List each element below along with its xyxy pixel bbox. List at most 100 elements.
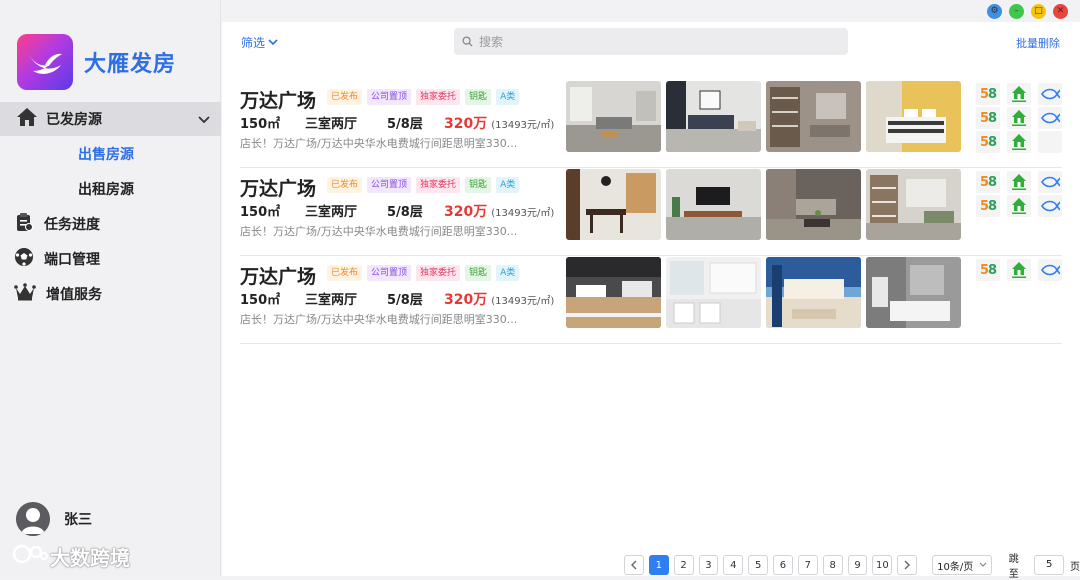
- tag-badge: A类: [496, 177, 520, 193]
- prev-page-button[interactable]: [624, 555, 644, 575]
- listing-photo[interactable]: [566, 257, 661, 328]
- listing-tags: 已发布 公司置顶 独家委托 钥匙 A类: [327, 89, 520, 105]
- listing-unit-price: (13493元/㎡): [491, 296, 555, 307]
- chevron-down-icon: [197, 111, 211, 130]
- page-size-select[interactable]: 10条/页: [932, 555, 992, 575]
- platform-58-icon[interactable]: 58: [976, 195, 1000, 217]
- page-button[interactable]: 4: [723, 555, 744, 575]
- listing-photo[interactable]: [566, 81, 661, 152]
- listing-tags: 已发布 公司置顶 独家委托 钥匙 A类: [327, 177, 520, 193]
- filter-label: 筛选: [241, 36, 266, 50]
- nav-item-ports[interactable]: 端口管理: [0, 241, 221, 276]
- platform-58-icon[interactable]: 58: [976, 131, 1000, 153]
- listing-photo[interactable]: [666, 257, 761, 328]
- nav-group-label: 已发房源: [46, 112, 102, 128]
- listing-row[interactable]: 万达广场 已发布 公司置顶 独家委托 钥匙 A类 150㎡ 三室两厅 5/8层 320万 (1349…: [240, 168, 1062, 256]
- listing-facts: 150㎡ 三室两厅 5/8层 320万 (13493元/㎡): [240, 289, 554, 309]
- listing-photo[interactable]: [766, 169, 861, 240]
- house-icon: [16, 107, 38, 131]
- platform-58-icon[interactable]: 58: [976, 83, 1000, 105]
- page-button[interactable]: 6: [773, 555, 793, 575]
- platform-row: 58: [976, 258, 1062, 282]
- close-window-button[interactable]: ✕: [1053, 4, 1068, 19]
- listing-photo[interactable]: [666, 169, 761, 240]
- anjuke-house-icon[interactable]: [1007, 195, 1031, 217]
- fish-icon[interactable]: [1038, 195, 1062, 217]
- settings-window-button[interactable]: ⚙: [987, 4, 1002, 19]
- anjuke-house-icon[interactable]: [1007, 131, 1031, 153]
- nav-item-label: 端口管理: [44, 251, 100, 268]
- listing-photo[interactable]: [566, 169, 661, 240]
- page-button[interactable]: 7: [797, 555, 818, 575]
- app-name: 大雁发房: [84, 52, 177, 77]
- nav-item-value-added[interactable]: 增值服务: [0, 276, 221, 311]
- listing-photos: [566, 257, 961, 328]
- main-content: 筛选 批量删除 万达广场已发布公司置顶独家委托钥匙A类150㎡三室两厅5/8层3…: [222, 22, 1080, 580]
- listing-floor: 5/8层: [387, 205, 423, 220]
- platform-58-icon[interactable]: 58: [976, 171, 1000, 193]
- nav-group-published[interactable]: 已发房源: [0, 102, 221, 136]
- fish-icon[interactable]: [1038, 259, 1062, 281]
- page-button[interactable]: 9: [847, 555, 868, 575]
- avatar: [16, 502, 50, 536]
- tag-badge: 钥匙: [465, 265, 492, 281]
- page-button[interactable]: 10: [872, 555, 893, 575]
- chevron-down-icon: [979, 560, 987, 571]
- listing-row[interactable]: 万达广场 已发布 公司置顶 独家委托 钥匙 A类 150㎡ 三室两厅 5/8层 320万 (1349…: [240, 80, 1062, 168]
- tag-badge: 公司置顶: [367, 89, 412, 105]
- platform-empty-cell: [1038, 131, 1062, 153]
- tag-badge: A类: [496, 89, 520, 105]
- anjuke-house-icon[interactable]: [1007, 83, 1031, 105]
- nav-item-for-rent[interactable]: 出租房源: [0, 171, 221, 206]
- page-button[interactable]: 5: [748, 555, 769, 575]
- user-profile[interactable]: 张三: [16, 502, 92, 536]
- fish-icon[interactable]: [1038, 171, 1062, 193]
- anjuke-house-icon[interactable]: [1007, 259, 1031, 281]
- listing-photo[interactable]: [866, 81, 961, 152]
- minimize-window-button[interactable]: –: [1009, 4, 1024, 19]
- listing-row[interactable]: 万达广场 已发布 公司置顶 独家委托 钥匙 A类 150㎡ 三室两厅 5/8层 320万 (1349…: [240, 256, 1062, 344]
- platform-58-icon[interactable]: 58: [976, 107, 1000, 129]
- page-button[interactable]: 8: [822, 555, 843, 575]
- nav-item-tasks[interactable]: 任务进度: [0, 206, 221, 241]
- listing-layout: 三室两厅: [305, 117, 358, 132]
- page-button[interactable]: 3: [698, 555, 719, 575]
- page-button[interactable]: 2: [673, 555, 694, 575]
- filter-button[interactable]: 筛选: [241, 34, 279, 51]
- platform-row: 58: [976, 194, 1062, 218]
- listing-photos: [566, 81, 961, 152]
- listing-photo[interactable]: [766, 257, 861, 328]
- listing-photo[interactable]: [866, 257, 961, 328]
- next-page-button[interactable]: [897, 555, 918, 575]
- listing-layout: 三室两厅: [305, 205, 358, 220]
- chevron-down-icon: [265, 36, 279, 50]
- listing-floor: 5/8层: [387, 293, 423, 308]
- anjuke-house-icon[interactable]: [1007, 107, 1031, 129]
- listing-photo[interactable]: [866, 169, 961, 240]
- tag-badge: 独家委托: [416, 265, 461, 281]
- platform-row: 58: [976, 106, 1062, 130]
- listing-photo[interactable]: [666, 81, 761, 152]
- listing-facts: 150㎡ 三室两厅 5/8层 320万 (13493元/㎡): [240, 201, 554, 221]
- platform-status: 58: [976, 258, 1062, 282]
- jump-page-input[interactable]: 5: [1034, 555, 1065, 575]
- platform-58-icon[interactable]: 58: [976, 259, 1000, 281]
- tag-badge: 已发布: [327, 265, 363, 281]
- nav-item-for-sale[interactable]: 出售房源: [0, 136, 221, 171]
- listing-photo[interactable]: [766, 81, 861, 152]
- platform-status: 58 58: [976, 170, 1062, 218]
- search-input[interactable]: [479, 34, 819, 49]
- listing-title: 万达广场: [240, 178, 317, 200]
- search-icon: [462, 32, 473, 51]
- maximize-window-button[interactable]: □: [1031, 4, 1046, 19]
- anjuke-house-icon[interactable]: [1007, 171, 1031, 193]
- page-button[interactable]: 1: [648, 555, 669, 575]
- fish-icon[interactable]: [1038, 83, 1062, 105]
- page-size-value: 10条/页: [937, 561, 974, 573]
- watermark-logo-icon: [8, 542, 50, 571]
- chevron-left-icon: [630, 560, 637, 570]
- bulk-delete-button[interactable]: 批量删除: [1016, 35, 1060, 51]
- listing-tags: 已发布 公司置顶 独家委托 钥匙 A类: [327, 265, 520, 281]
- listing-area: 150㎡: [240, 117, 281, 132]
- fish-icon[interactable]: [1038, 107, 1062, 129]
